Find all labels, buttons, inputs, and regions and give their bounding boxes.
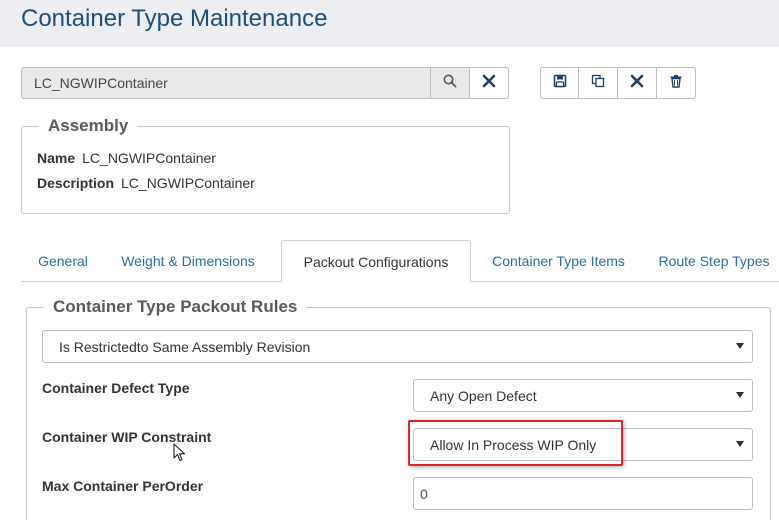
copy-button[interactable]: [579, 67, 618, 99]
tab-route-step-types[interactable]: Route Step Types: [649, 240, 779, 282]
tab-weight-dimensions[interactable]: Weight & Dimensions: [111, 240, 265, 282]
chevron-down-icon: [736, 392, 744, 398]
chevron-down-icon: [736, 343, 744, 349]
description-value: LC_NGWIPContainer: [121, 175, 255, 191]
search-input[interactable]: LC_NGWIPContainer: [21, 67, 431, 99]
delete-button[interactable]: [657, 67, 696, 99]
save-icon: [553, 74, 567, 93]
cancel-button[interactable]: [618, 67, 657, 99]
record-toolbar: [540, 67, 696, 99]
chevron-down-icon: [736, 441, 744, 447]
save-button[interactable]: [540, 67, 579, 99]
assembly-panel: Assembly Name LC_NGWIPContainer Descripti…: [21, 116, 510, 214]
description-label: Description: [37, 175, 115, 191]
close-icon: [482, 74, 496, 93]
close-icon: [630, 74, 644, 93]
search-button[interactable]: [431, 67, 470, 99]
packout-rules-legend: Container Type Packout Rules: [44, 297, 307, 317]
trash-icon: [669, 74, 683, 93]
copy-icon: [591, 74, 605, 93]
tab-bar: General Weight & Dimensions Packout Conf…: [21, 240, 779, 283]
revision-restriction-select[interactable]: Is Restrictedto Same Assembly Revision: [42, 330, 753, 363]
defect-type-label: Container Defect Type: [42, 380, 190, 396]
container-search: LC_NGWIPContainer: [21, 67, 509, 99]
tab-container-type-items[interactable]: Container Type Items: [476, 240, 641, 282]
revision-restriction-value: Is Restrictedto Same Assembly Revision: [59, 338, 311, 355]
tab-general[interactable]: General: [21, 240, 105, 282]
search-icon: [443, 74, 457, 93]
name-label: Name: [37, 150, 76, 166]
defect-type-value: Any Open Defect: [430, 387, 537, 404]
page-title: Container Type Maintenance: [21, 5, 328, 32]
tab-packout-configurations[interactable]: Packout Configurations: [281, 240, 471, 283]
clear-search-button[interactable]: [470, 67, 509, 99]
defect-type-select[interactable]: Any Open Defect: [413, 379, 753, 412]
max-container-label: Max Container PerOrder: [42, 478, 204, 494]
name-value: LC_NGWIPContainer: [82, 150, 216, 166]
title-bar: Container Type Maintenance: [0, 0, 779, 46]
assembly-legend: Assembly: [39, 116, 138, 136]
name-row: Name LC_NGWIPContainer: [37, 150, 216, 166]
description-row: Description LC_NGWIPContainer: [37, 175, 255, 191]
highlight-box: [408, 420, 623, 466]
max-container-input[interactable]: 0: [413, 477, 753, 510]
mouse-cursor-icon: [173, 443, 187, 468]
